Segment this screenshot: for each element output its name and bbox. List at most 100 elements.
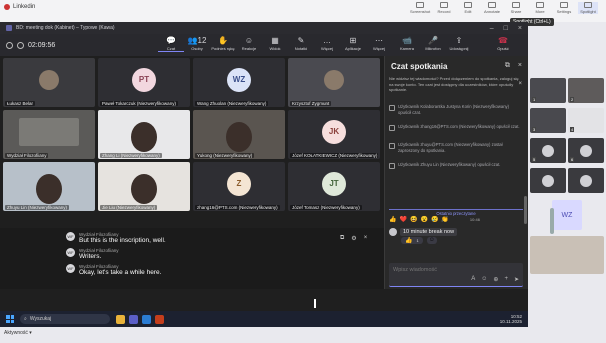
toolbar-item[interactable]: ⋯ Więcej	[366, 36, 392, 52]
video-tile[interactable]: JK Józef KOŁATKIEWICZ (Niezweryfikowany)	[288, 110, 380, 159]
attach-icon[interactable]: ⊕	[493, 276, 498, 283]
call-control[interactable]: ⇪ Udostępnij	[446, 36, 472, 51]
browser-tool-spotlight[interactable]: Spotlight	[578, 2, 598, 14]
avatar: PT	[132, 67, 156, 92]
send-icon[interactable]: ➤	[514, 276, 519, 283]
laugh-reaction[interactable]: 😆	[410, 216, 417, 223]
side-tile-large[interactable]	[530, 236, 604, 274]
surprised-reaction[interactable]: 😮	[420, 216, 427, 223]
toolbar-item-label: Notatki	[294, 46, 308, 51]
video-tile[interactable]: JT Józef Tomasz (Niezweryfikowany)	[288, 162, 380, 211]
meeting-toolbar: 02:09:56 💬 Czat 👥12 Osoby ✋ Podnieś rękę ☺ Reak…	[0, 34, 528, 56]
browser-tool-record[interactable]: Record	[434, 2, 454, 14]
format-icon[interactable]: A	[471, 276, 475, 283]
meeting-timer: 02:09:56	[6, 41, 55, 49]
clap-reaction[interactable]: 👏	[441, 216, 448, 223]
browser-tool-share[interactable]: Share	[506, 2, 526, 14]
heart-reaction[interactable]: ❤️	[399, 216, 406, 223]
browser-tool-annotate[interactable]: Annotate	[482, 2, 502, 14]
sad-reaction[interactable]: 😢	[431, 216, 438, 223]
message-input[interactable]	[393, 267, 513, 273]
notice-close-icon[interactable]: ×	[518, 81, 522, 87]
toolbar-item[interactable]: ✋ Podnieś rękę	[210, 36, 236, 52]
toolbar-item[interactable]: ☺ Reakcje	[236, 36, 262, 52]
file-explorer-icon[interactable]	[116, 314, 125, 324]
chat-event: Użytkownik zhuyu@PTS.com (Niezweryfikowa…	[389, 142, 521, 153]
chat-scrollbar[interactable]	[524, 196, 527, 224]
toolbar-item[interactable]: ✎ Notatki	[288, 36, 314, 52]
toolbar-item[interactable]: … Więcej	[314, 36, 340, 52]
close-icon[interactable]: ×	[518, 62, 522, 70]
video-tile[interactable]: WZ Wang Zhuolan (Niezweryfikowany)	[193, 58, 285, 107]
side-scrollbar[interactable]	[550, 208, 554, 234]
toolbar-item[interactable]: 💬 Czat	[158, 36, 184, 52]
video-tile[interactable]: Zhang Li (Niezweryfikowany)	[98, 110, 190, 159]
mouse-cursor	[314, 299, 316, 308]
toolbar-item[interactable]: 👥12 Osoby	[184, 36, 210, 52]
leave-button[interactable]: ☎ Opuść	[492, 36, 514, 51]
video-tile[interactable]: Łukasz Belar	[3, 58, 95, 107]
side-tile[interactable]: 6	[568, 138, 604, 163]
video-tile[interactable]: PT Paweł Tokarczuk (Niezweryfikowany)	[98, 58, 190, 107]
browser-tool-screenshot[interactable]: Screenshot	[410, 2, 430, 14]
call-control[interactable]: 📹 Kamera	[394, 36, 420, 51]
teams-icon[interactable]	[129, 314, 138, 324]
side-tile[interactable]: 2	[568, 78, 604, 103]
close-icon[interactable]: ×	[364, 235, 368, 242]
edge-icon[interactable]	[142, 314, 151, 324]
side-tile[interactable]: 4	[568, 108, 604, 133]
compose-box[interactable]: A ☺ ⊕ + ➤	[389, 263, 523, 287]
browser-tool-edit[interactable]: Edit	[458, 2, 478, 14]
like-reaction[interactable]: 👍	[389, 216, 396, 223]
video-tile[interactable]: Krzysztof Zygmunt	[288, 58, 380, 107]
side-avatar-wz[interactable]: WZ	[552, 200, 582, 230]
popout-icon[interactable]: ⧉	[340, 235, 344, 242]
teams-icon	[6, 25, 12, 31]
maximize-icon[interactable]: □	[504, 25, 508, 32]
start-button[interactable]	[6, 315, 14, 323]
video-tile[interactable]: Jie Liu (Niezweryfikowany)	[98, 162, 190, 211]
message-text: 10 minute break now	[400, 228, 458, 236]
toolbar-item-label: Widok	[269, 46, 281, 51]
add-reaction-icon[interactable]: ☺	[426, 237, 437, 244]
emoji-icon[interactable]: ☺	[481, 276, 487, 283]
avatar: WZ	[227, 67, 251, 92]
side-tile[interactable]	[530, 168, 566, 193]
video-tile[interactable]: Yukong (Niezweryfikowany)	[193, 110, 285, 159]
video-tile[interactable]: Zhuyu Lin (Niezweryfikowany)	[3, 162, 95, 211]
side-tile[interactable]: 5	[530, 138, 566, 163]
side-tile[interactable]	[568, 168, 604, 193]
side-tile[interactable]: 1	[530, 78, 566, 103]
video-tile[interactable]: Zzhang16@PTS.com (Niezweryfikowany)	[193, 162, 285, 211]
toolbar-item-label: Więcej	[372, 46, 385, 51]
gear-icon	[560, 2, 568, 8]
participant-name: Jie Liu (Niezweryfikowany)	[100, 205, 158, 210]
toolbar-item[interactable]: ⊞ Aplikacje	[340, 36, 366, 52]
call-control[interactable]: 🎤 Mikrofon	[420, 36, 446, 51]
video-tile[interactable]: Wydział Filozofiiany	[3, 110, 95, 159]
toolbar-item[interactable]: ▦ Widok	[262, 36, 288, 52]
person-icon	[542, 174, 554, 187]
browser-tool-settings[interactable]: Settings	[554, 2, 574, 14]
participant-name: Krzysztof Zygmunt	[290, 101, 332, 106]
taskbar-search[interactable]: ⌕ Wyszukaj	[20, 314, 110, 324]
plus-icon[interactable]: +	[504, 276, 508, 283]
call-control-label: Kamera	[399, 46, 414, 51]
call-controls: 📹 Kamera 🎤 Mikrofon ⇪ Udostępnij	[394, 36, 472, 51]
chat-header-tools: ⧉ ×	[505, 62, 522, 70]
system-tray[interactable]: 10:52 10.11.2025	[500, 314, 522, 324]
minimize-icon[interactable]: –	[490, 25, 494, 32]
popout-icon[interactable]: ⧉	[505, 62, 510, 70]
person-leave-icon	[389, 105, 395, 111]
powerpoint-icon[interactable]	[155, 314, 164, 324]
close-icon[interactable]: ×	[518, 25, 522, 32]
like-reaction-count[interactable]: 👍 1	[401, 237, 423, 244]
chat-message[interactable]: 10 minute break now	[389, 228, 458, 236]
browser-tab[interactable]: Linkedin	[4, 4, 35, 10]
side-tile[interactable]: 3	[530, 108, 566, 133]
browser-tool-more[interactable]: More	[530, 2, 550, 14]
leave-label: Opuść	[497, 46, 509, 51]
more-icon: …	[323, 36, 331, 45]
gear-icon[interactable]: ⚙	[351, 235, 356, 242]
video-grid: Łukasz Belar PT Paweł Tokarczuk (Niezweryf…	[0, 56, 384, 239]
